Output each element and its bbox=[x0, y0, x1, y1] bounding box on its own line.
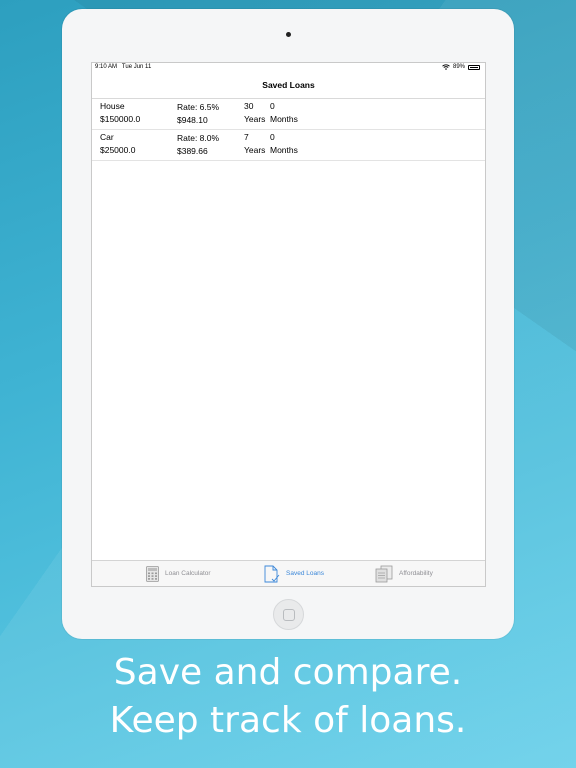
tab-label: Loan Calculator bbox=[165, 570, 211, 577]
loan-years: 30 bbox=[244, 101, 254, 111]
loan-name: House bbox=[100, 101, 125, 111]
calculator-icon bbox=[146, 565, 159, 582]
wifi-icon bbox=[442, 64, 450, 70]
loan-years-label: Years bbox=[244, 145, 266, 155]
loan-months: 0 bbox=[270, 101, 275, 111]
loan-amount: $25000.0 bbox=[100, 145, 136, 155]
loan-row-house[interactable]: House $150000.0 Rate: 6.5% $948.10 30 Ye… bbox=[92, 98, 485, 130]
loan-name: Car bbox=[100, 132, 114, 142]
loan-years-label: Years bbox=[244, 114, 266, 124]
loan-row-car[interactable]: Car $25000.0 Rate: 8.0% $389.66 7 Years … bbox=[92, 129, 485, 161]
tab-loan-calculator[interactable]: Loan Calculator bbox=[146, 561, 211, 586]
loan-months-label: Months bbox=[270, 114, 298, 124]
document-check-icon bbox=[264, 565, 280, 582]
tab-saved-loans[interactable]: Saved Loans bbox=[264, 561, 324, 586]
loan-months-label: Months bbox=[270, 145, 298, 155]
loan-payment: $948.10 bbox=[177, 115, 208, 125]
tab-affordability[interactable]: Affordability bbox=[375, 561, 433, 586]
status-bar: 9:10 AM Tue Jun 11 89% bbox=[92, 63, 485, 73]
tagline-line1: Save and compare. bbox=[113, 652, 463, 693]
nav-bar: Saved Loans bbox=[92, 73, 485, 99]
app-screen: 9:10 AM Tue Jun 11 89% Saved Loans House… bbox=[91, 62, 486, 587]
loan-payment: $389.66 bbox=[177, 146, 208, 156]
tab-bar: Loan Calculator Saved Loans Affordabilit… bbox=[92, 560, 485, 586]
status-time: 9:10 AM Tue Jun 11 bbox=[95, 64, 152, 70]
battery-icon bbox=[468, 64, 480, 70]
loan-months: 0 bbox=[270, 132, 275, 142]
camera-dot bbox=[286, 32, 291, 37]
loan-years: 7 bbox=[244, 132, 249, 142]
tab-label: Saved Loans bbox=[286, 570, 324, 577]
tab-label: Affordability bbox=[399, 570, 433, 577]
loan-amount: $150000.0 bbox=[100, 114, 141, 124]
battery-percent: 89% bbox=[452, 64, 465, 70]
tagline-line2: Keep track of loans. bbox=[109, 700, 467, 741]
page-title: Saved Loans bbox=[262, 80, 315, 90]
loan-rate: Rate: 8.0% bbox=[177, 133, 220, 143]
loan-rate: Rate: 6.5% bbox=[177, 102, 220, 112]
home-button[interactable] bbox=[273, 599, 304, 630]
documents-icon bbox=[375, 565, 393, 582]
